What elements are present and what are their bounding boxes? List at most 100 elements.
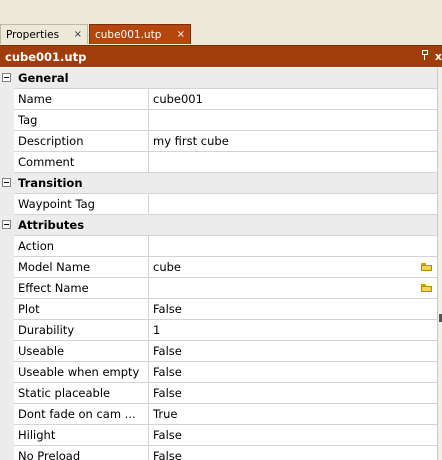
close-icon[interactable]: × [177,25,185,45]
property-name: Tag [14,110,149,131]
property-value[interactable]: False [149,425,437,446]
row-gutter [0,341,14,362]
property-grid: General Name cube001 Tag Description my first… [0,68,437,460]
property-value[interactable]: cube [149,257,437,278]
property-value[interactable]: False [149,299,437,320]
property-value[interactable] [149,194,437,215]
property-value-text: my first cube [153,134,229,148]
row-gutter [0,446,14,460]
property-value-text: cube001 [153,92,203,106]
collapse-icon[interactable] [2,178,11,187]
property-value[interactable] [149,236,437,257]
category-row[interactable]: Attributes [0,215,437,236]
property-row[interactable]: No Preload False [0,446,437,460]
property-value-text: False [153,428,182,442]
property-name: Plot [14,299,149,320]
property-row[interactable]: Durability 1 [0,320,437,341]
property-value-text: False [153,386,182,400]
property-name: Comment [14,152,149,173]
property-name: Hilight [14,425,149,446]
panel-title-bar: cube001.utp x [0,45,442,67]
property-row[interactable]: Name cube001 [0,89,437,110]
property-name: Static placeable [14,383,149,404]
row-gutter [0,215,14,236]
property-value[interactable] [149,110,437,131]
row-gutter [0,152,14,173]
scrollbar[interactable] [437,68,442,460]
property-value-text: False [153,365,182,379]
close-icon[interactable]: × [74,25,82,45]
category-label: General [14,68,437,89]
tab-cube001[interactable]: cube001.utp × [89,24,191,44]
property-row[interactable]: Description my first cube [0,131,437,152]
category-label: Attributes [14,215,437,236]
row-gutter [0,404,14,425]
property-name: Useable when empty [14,362,149,383]
panel-title: cube001.utp [5,50,87,64]
property-row[interactable]: Useable when empty False [0,362,437,383]
property-value[interactable]: False [149,362,437,383]
property-name: Durability [14,320,149,341]
property-value[interactable]: 1 [149,320,437,341]
property-name: Description [14,131,149,152]
folder-icon[interactable] [421,263,432,271]
property-row[interactable]: Tag [0,110,437,131]
property-value[interactable]: True [149,404,437,425]
property-value-text: 1 [153,323,161,337]
category-label: Transition [14,173,437,194]
property-value[interactable]: cube001 [149,89,437,110]
row-gutter [0,257,14,278]
row-gutter [0,299,14,320]
close-icon[interactable]: x [435,46,442,68]
property-name: Action [14,236,149,257]
property-value-text: False [153,449,182,460]
property-name: No Preload [14,446,149,460]
row-gutter [0,320,14,341]
property-name: Waypoint Tag [14,194,149,215]
property-row[interactable]: Static placeable False [0,383,437,404]
category-row[interactable]: Transition [0,173,437,194]
row-gutter [0,383,14,404]
property-row[interactable]: Plot False [0,299,437,320]
property-name: Useable [14,341,149,362]
property-name: Effect Name [14,278,149,299]
row-gutter [0,194,14,215]
property-value-text: cube [153,260,181,274]
tab-properties[interactable]: Properties × [0,24,88,44]
row-gutter [0,89,14,110]
row-gutter [0,278,14,299]
row-gutter [0,173,14,194]
property-row[interactable]: Effect Name [0,278,437,299]
property-row[interactable]: Model Name cube [0,257,437,278]
property-value-text: False [153,302,182,316]
property-row[interactable]: Dont fade on cam ... True [0,404,437,425]
property-value[interactable] [149,278,437,299]
property-value[interactable]: False [149,383,437,404]
row-gutter [0,425,14,446]
row-gutter [0,110,14,131]
category-row[interactable]: General [0,68,437,89]
property-row[interactable]: Hilight False [0,425,437,446]
collapse-icon[interactable] [2,220,11,229]
property-value[interactable]: False [149,446,437,460]
property-value[interactable]: my first cube [149,131,437,152]
tab-label: cube001.utp [95,29,162,41]
folder-icon[interactable] [421,284,432,292]
property-name: Model Name [14,257,149,278]
collapse-icon[interactable] [2,73,11,82]
tab-bar: Properties × cube001.utp × [0,0,442,45]
property-name: Dont fade on cam ... [14,404,149,425]
property-row[interactable]: Waypoint Tag [0,194,437,215]
tab-label: Properties [6,29,60,41]
property-row[interactable]: Action [0,236,437,257]
property-value[interactable]: False [149,341,437,362]
property-row[interactable]: Useable False [0,341,437,362]
property-name: Name [14,89,149,110]
row-gutter [0,236,14,257]
property-value[interactable] [149,152,437,173]
row-gutter [0,68,14,89]
property-row[interactable]: Comment [0,152,437,173]
pin-icon[interactable] [421,50,429,60]
row-gutter [0,131,14,152]
property-value-text: False [153,344,182,358]
